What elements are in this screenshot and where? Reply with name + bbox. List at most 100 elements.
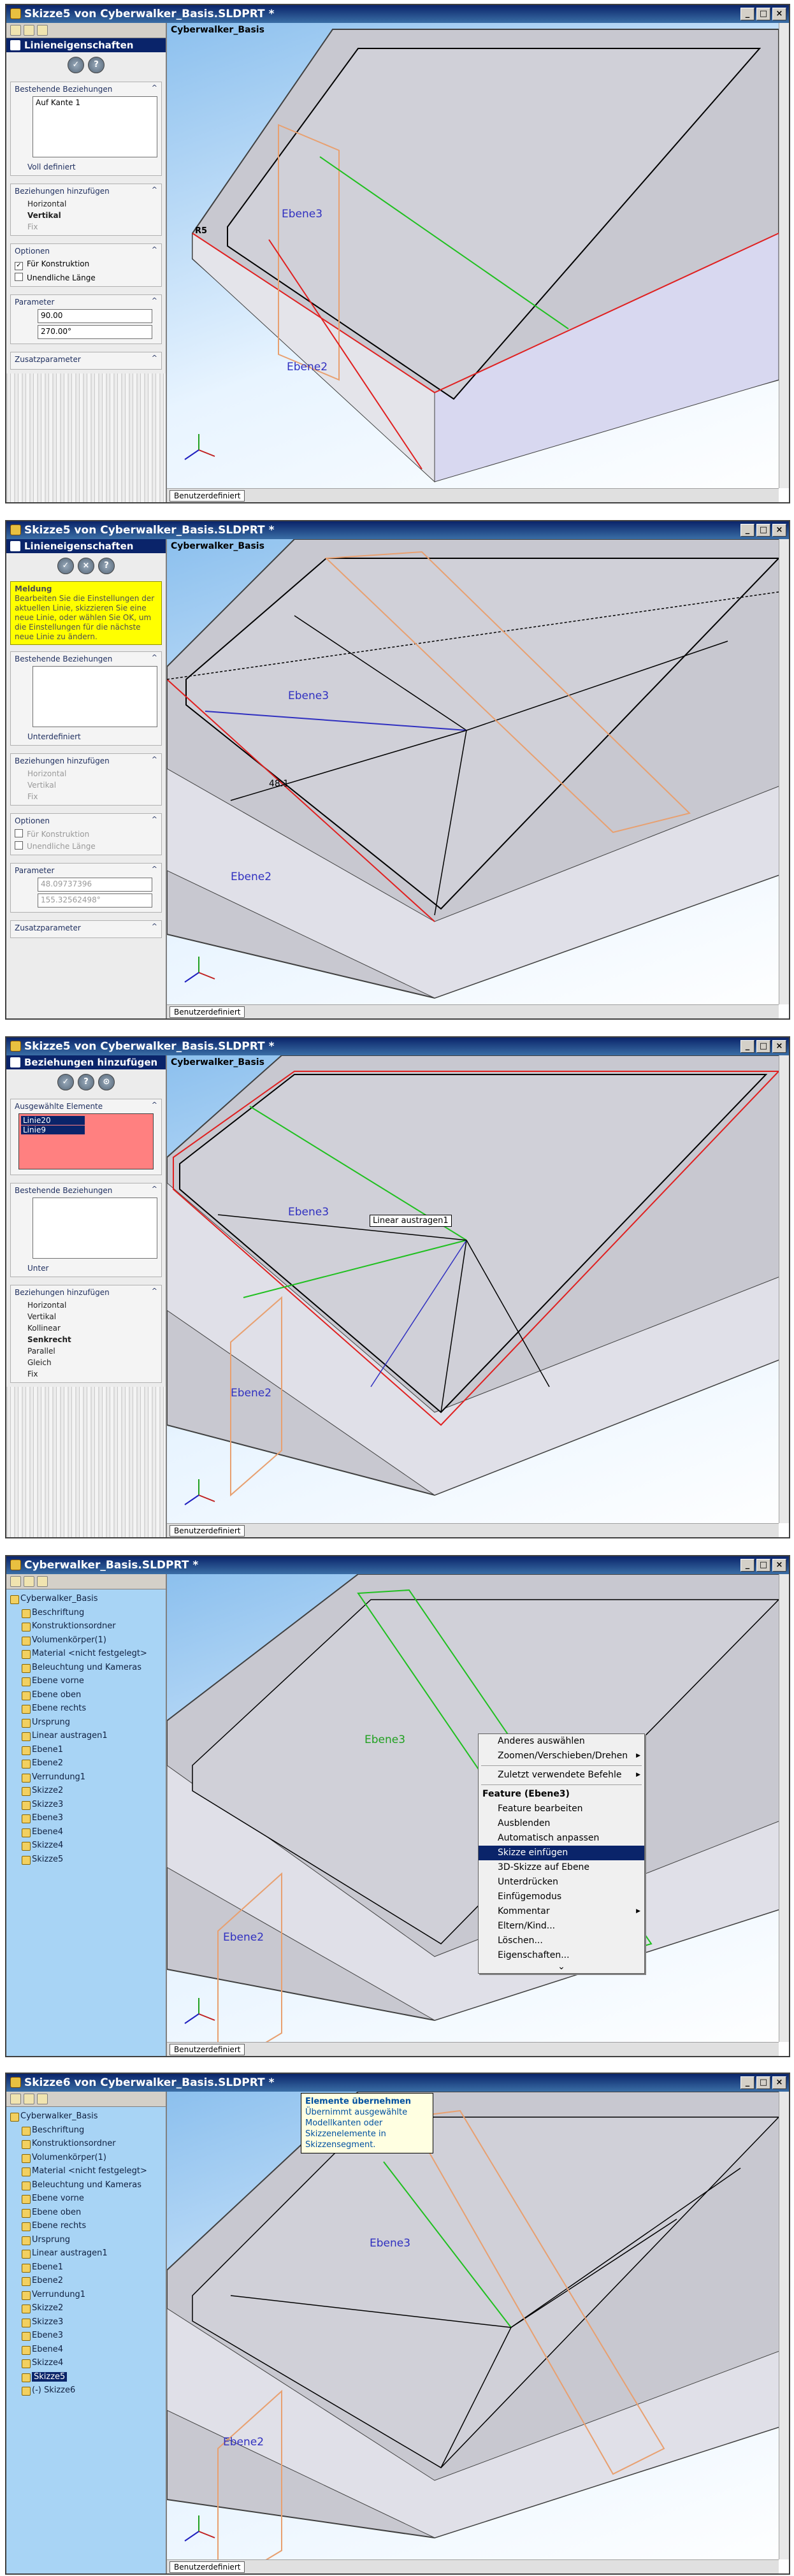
menu-item[interactable]: Ausblenden (479, 1816, 644, 1831)
tree-item-selected[interactable]: Skizze5 (8, 2370, 164, 2384)
maximize-button[interactable]: □ (756, 8, 770, 20)
length-input[interactable]: 48.09737396 (38, 878, 152, 892)
menu-item[interactable]: Einfügemodus (479, 1890, 644, 1904)
maximize-button[interactable]: □ (756, 2076, 770, 2089)
close-button[interactable]: × (772, 1040, 786, 1053)
vertical-scrollbar[interactable] (779, 1574, 789, 2042)
tree-item[interactable]: Linear austragen1 (8, 2247, 164, 2261)
tree-item[interactable]: Ebene vorne (8, 2192, 164, 2206)
menu-expand-icon[interactable]: ⌄ (479, 1962, 644, 1973)
close-button[interactable]: × (772, 2076, 786, 2089)
tree-item[interactable]: Ebene oben (8, 2206, 164, 2220)
infinite-length-checkbox[interactable]: Unendliche Länge (15, 271, 157, 284)
configuration-tab-icon[interactable] (37, 1576, 48, 1587)
tree-item[interactable]: Konstruktionsordner (8, 2137, 164, 2151)
minimize-button[interactable]: _ (740, 2076, 754, 2089)
graphics-area[interactable]: Ebene3 Ebene2 Elemente übernehmen Überni… (167, 2092, 789, 2573)
menu-item[interactable]: Kommentar (479, 1904, 644, 1919)
menu-item[interactable]: Unterdrücken (479, 1875, 644, 1890)
propertymanager-tab-icon[interactable] (24, 2094, 34, 2104)
tree-item[interactable]: Ebene vorne (8, 1674, 164, 1688)
selected-entities-list[interactable]: Linie20 Linie9 (18, 1113, 154, 1169)
tree-item[interactable]: Ebene rechts (8, 1702, 164, 1716)
graphics-area[interactable]: Ebene3 Ebene2 Anderes auswählen Zoomen/V… (167, 1574, 789, 2056)
config-tab[interactable]: Benutzerdefiniert (170, 1006, 245, 1018)
help-button[interactable]: ? (88, 57, 105, 73)
ok-button[interactable]: ✓ (57, 558, 74, 574)
tree-item[interactable]: Beleuchtung und Kameras (8, 2178, 164, 2192)
relations-list[interactable] (32, 1198, 157, 1259)
horizontal-scrollbar[interactable]: Benutzerdefiniert (167, 1523, 779, 1537)
selected-entity[interactable]: Linie9 (21, 1125, 85, 1134)
menu-item[interactable]: Eltern/Kind... (479, 1919, 644, 1934)
cancel-button[interactable]: × (78, 558, 94, 574)
graphics-area[interactable]: Cyberwalker_Basis Linear austragen1 Eben… (167, 1055, 789, 1537)
tree-item[interactable]: Ebene2 (8, 1756, 164, 1770)
angle-input[interactable]: 270.00° (38, 325, 152, 339)
relation-item[interactable]: Auf Kante 1 (36, 98, 80, 107)
relation-equal[interactable]: Gleich (15, 1357, 157, 1368)
relation-fix[interactable]: Fix (15, 221, 157, 233)
tree-item[interactable]: Ebene oben (8, 1688, 164, 1702)
tree-item[interactable]: Beleuchtung und Kameras (8, 1661, 164, 1675)
tree-item[interactable]: Skizze2 (8, 2301, 164, 2315)
tree-item[interactable]: Ebene3 (8, 2329, 164, 2343)
close-button[interactable]: × (772, 8, 786, 20)
menu-item[interactable]: 3D-Skizze auf Ebene (479, 1860, 644, 1875)
horizontal-scrollbar[interactable]: Benutzerdefiniert (167, 1004, 779, 1018)
maximize-button[interactable]: □ (756, 1040, 770, 1053)
configuration-tab-icon[interactable] (37, 2094, 48, 2104)
relation-fix[interactable]: Fix (15, 791, 157, 802)
tree-item[interactable]: Ebene1 (8, 1743, 164, 1757)
tree-item[interactable]: Skizze4 (8, 2356, 164, 2370)
relation-parallel[interactable]: Parallel (15, 1345, 157, 1357)
tree-item[interactable]: Cyberwalker_Basis (8, 2109, 164, 2124)
graphics-area[interactable]: Cyberwalker_Basis R5 Ebene3 Ebene2 Benut… (167, 23, 789, 502)
tree-item[interactable]: Skizze3 (8, 2315, 164, 2329)
menu-item[interactable]: Automatisch anpassen (479, 1831, 644, 1846)
relation-vertical[interactable]: Vertikal (15, 1311, 157, 1322)
relation-vertical[interactable]: Vertikal (15, 210, 157, 221)
tree-item[interactable]: Volumenkörper(1) (8, 1633, 164, 1647)
minimize-button[interactable]: _ (740, 1040, 754, 1053)
pushpin-button[interactable]: ⊙ (98, 1074, 115, 1090)
menu-item[interactable]: Löschen... (479, 1934, 644, 1948)
tree-item[interactable]: Ebene4 (8, 2343, 164, 2357)
menu-item[interactable]: Zuletzt verwendete Befehle (479, 1768, 644, 1783)
tree-item[interactable]: Skizze2 (8, 1784, 164, 1798)
relation-perpendicular[interactable]: Senkrecht (15, 1334, 157, 1345)
infinite-length-checkbox[interactable]: Unendliche Länge (15, 840, 157, 852)
vertical-scrollbar[interactable] (779, 1055, 789, 1523)
menu-item[interactable]: Eigenschaften... (479, 1948, 644, 1963)
radius-dimension[interactable]: R5 (192, 226, 210, 236)
config-tab[interactable]: Benutzerdefiniert (170, 2044, 245, 2055)
menu-item-insert-sketch[interactable]: Skizze einfügen (479, 1846, 644, 1860)
tree-item[interactable]: Ebene4 (8, 1825, 164, 1839)
vertical-scrollbar[interactable] (779, 539, 789, 1004)
tree-item[interactable]: Linear austragen1 (8, 1729, 164, 1743)
featuremanager-tab-icon[interactable] (10, 25, 21, 36)
tree-item[interactable]: Ebene3 (8, 1811, 164, 1825)
tree-item[interactable]: Ebene2 (8, 2274, 164, 2288)
tree-item[interactable]: Beschriftung (8, 1606, 164, 1620)
help-button[interactable]: ? (98, 558, 115, 574)
tree-root-label[interactable]: Cyberwalker_Basis (171, 541, 264, 551)
tree-root-label[interactable]: Cyberwalker_Basis (171, 1057, 264, 1067)
relation-fix[interactable]: Fix (15, 1368, 157, 1380)
propertymanager-tab-icon[interactable] (24, 1576, 34, 1587)
propertymanager-tab-icon[interactable] (24, 25, 34, 36)
tree-item[interactable]: Beschriftung (8, 2124, 164, 2138)
length-dimension[interactable]: 48.1 (269, 779, 289, 789)
horizontal-scrollbar[interactable]: Benutzerdefiniert (167, 2559, 779, 2573)
featuremanager-tab-icon[interactable] (10, 1576, 21, 1587)
vertical-scrollbar[interactable] (779, 23, 789, 488)
tree-item[interactable]: Skizze5 (8, 1853, 164, 1867)
tree-item[interactable]: Ursprung (8, 1716, 164, 1730)
tree-root-label[interactable]: Cyberwalker_Basis (171, 25, 264, 35)
relation-collinear[interactable]: Kollinear (15, 1322, 157, 1334)
tree-item[interactable]: Ebene rechts (8, 2219, 164, 2233)
tree-item[interactable]: Verrundung1 (8, 1770, 164, 1784)
relation-vertical[interactable]: Vertikal (15, 779, 157, 791)
length-input[interactable]: 90.00 (38, 309, 152, 323)
menu-item[interactable]: Zoomen/Verschieben/Drehen (479, 1749, 644, 1763)
